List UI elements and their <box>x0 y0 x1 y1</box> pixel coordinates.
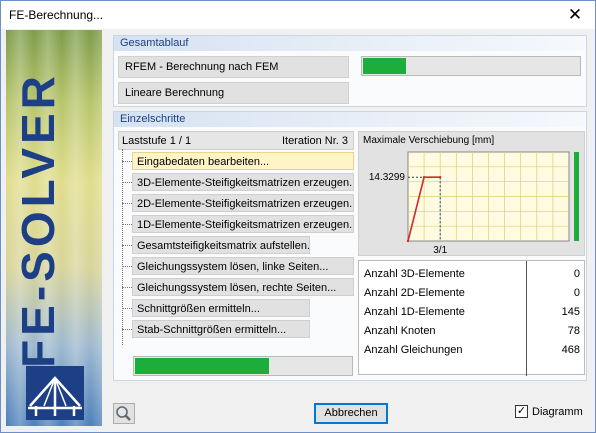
chart-point <box>406 239 410 243</box>
statistics-value: 468 <box>561 344 580 356</box>
step-tree-line <box>122 149 123 345</box>
statistics-value: 0 <box>573 268 580 280</box>
step-item: Eingabedaten bearbeiten... <box>132 152 354 170</box>
step-item: Gesamtsteifigkeitsmatrix aufstellen... <box>132 236 310 254</box>
step-item: 3D-Elemente-Steifigkeitsmatrizen erzeuge… <box>132 173 354 191</box>
step-list: Eingabedaten bearbeiten... 3D-Elemente-St… <box>120 149 354 345</box>
banner-brand-text: FE-SOLVER <box>12 72 64 368</box>
statistics-label: Anzahl 1D-Elemente <box>364 306 465 318</box>
load-step-label: Laststufe 1 / 1 <box>122 135 192 147</box>
sidebar-banner: FE-SOLVER <box>6 30 102 426</box>
step-tree-branch <box>122 308 132 309</box>
statistics-label: Anzahl Gleichungen <box>364 344 463 356</box>
overall-method-field: Lineare Berechnung <box>118 82 349 104</box>
close-icon[interactable]: ✕ <box>555 1 595 29</box>
step-item: Stab-Schnittgrößen ermitteln... <box>132 320 310 338</box>
step-tree-branch <box>122 287 132 288</box>
statistics-label: Anzahl 3D-Elemente <box>364 268 465 280</box>
step-tree-branch <box>122 224 132 225</box>
chart-point <box>439 176 442 179</box>
displacement-chart: 14.3299 3/1 <box>369 151 579 256</box>
step-item: Schnittgrößen ermitteln... <box>132 299 310 317</box>
step-tree-branch <box>122 266 132 267</box>
step-tree-branch <box>122 245 132 246</box>
step-tree-branch <box>122 182 132 183</box>
chart-x-tick-label: 3/1 <box>433 245 447 256</box>
statistics-label: Anzahl 2D-Elemente <box>364 287 465 299</box>
chart-level-bar <box>574 152 579 241</box>
statistics-value: 78 <box>567 325 580 337</box>
displacement-chart-panel: Maximale Verschiebung [mm] 14.3299 3/1 <box>358 131 585 256</box>
overall-progress-fill <box>363 58 407 74</box>
step-item: Gleichungssystem lösen, linke Seiten... <box>132 257 354 275</box>
chart-title: Maximale Verschiebung [mm] <box>363 135 495 146</box>
chart-point <box>422 176 426 179</box>
load-step-header: Laststufe 1 / 1 Iteration Nr. 3 <box>118 131 354 150</box>
step-progress-fill <box>135 358 269 374</box>
diagram-checkbox[interactable]: ✓ <box>515 405 528 418</box>
step-progress-bar <box>133 356 353 376</box>
steps-header: Einzelschritte <box>114 112 586 127</box>
step-tree-branch <box>122 161 132 162</box>
zoom-button[interactable] <box>113 403 135 424</box>
cancel-button[interactable]: Abbrechen <box>314 403 388 424</box>
overall-progress-bar <box>361 56 581 76</box>
statistics-label: Anzahl Knoten <box>364 325 436 337</box>
fe-solver-logo-icon <box>26 366 84 420</box>
statistics-table: Anzahl 3D-Elemente 0 Anzahl 2D-Elemente 0 An… <box>358 260 586 376</box>
statistics-row: Anzahl 1D-Elemente 145 <box>359 303 586 322</box>
step-item: 1D-Elemente-Steifigkeitsmatrizen erzeuge… <box>132 215 354 233</box>
title-bar: FE-Berechnung... ✕ <box>1 1 595 29</box>
overall-header: Gesamtablauf <box>114 36 586 51</box>
statistics-value: 0 <box>573 287 580 299</box>
magnifier-icon <box>116 406 131 421</box>
window-title: FE-Berechnung... <box>9 8 104 22</box>
chart-y-tick-label: 14.3299 <box>369 172 406 183</box>
statistics-row: Anzahl Gleichungen 468 <box>359 341 586 360</box>
step-tree-branch <box>122 329 132 330</box>
fe-calculation-dialog: FE-Berechnung... ✕ FE-SOLVER Gesamtablau… <box>0 0 596 433</box>
statistics-row: Anzahl 2D-Elemente 0 <box>359 284 586 303</box>
statistics-row: Anzahl 3D-Elemente 0 <box>359 265 586 284</box>
statistics-row: Anzahl Knoten 78 <box>359 322 586 341</box>
statistics-value: 145 <box>561 306 580 318</box>
iteration-label: Iteration Nr. 3 <box>281 135 348 147</box>
overall-task-field: RFEM - Berechnung nach FEM <box>118 56 349 78</box>
step-item: 2D-Elemente-Steifigkeitsmatrizen erzeuge… <box>132 194 354 212</box>
diagram-checkbox-label[interactable]: Diagramm <box>532 405 583 419</box>
step-item: Gleichungssystem lösen, rechte Seiten... <box>132 278 354 296</box>
step-tree-branch <box>122 203 132 204</box>
